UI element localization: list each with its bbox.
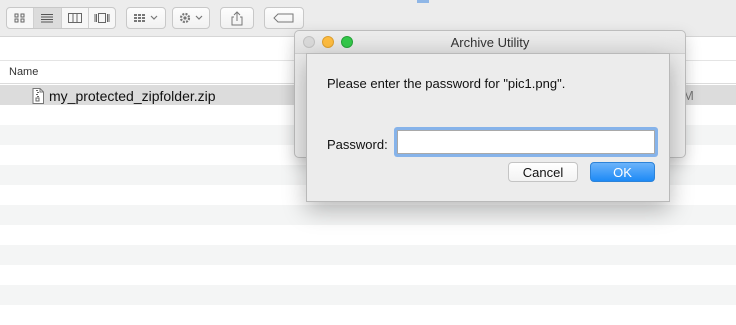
arrange-menu-button[interactable] [126,7,166,29]
file-name-label[interactable]: my_protected_zipfolder.zip [49,88,216,104]
tags-button[interactable] [264,7,304,29]
icon-view-icon [14,13,25,23]
cancel-button[interactable]: Cancel [508,162,578,182]
password-field[interactable] [397,130,655,154]
view-mode-segmented-control [6,7,116,29]
list-view-icon [41,14,54,23]
icon-view-button[interactable] [7,8,35,28]
window-title: Archive Utility [450,35,530,50]
zip-file-icon [32,88,44,104]
table-row [0,205,736,225]
list-view-button[interactable] [34,8,62,28]
share-button[interactable] [220,7,254,29]
ok-button[interactable]: OK [590,162,655,182]
password-label: Password: [327,137,388,152]
active-indicator [417,0,429,3]
table-row [0,285,736,305]
password-prompt-text: Please enter the password for "pic1.png"… [327,76,566,91]
password-dialog: Please enter the password for "pic1.png"… [306,53,670,202]
cover-flow-view-button[interactable] [89,8,115,28]
table-row [0,305,736,325]
column-view-icon [67,13,82,23]
table-row [0,265,736,285]
action-menu-button[interactable] [172,7,210,29]
gear-icon [179,12,203,24]
name-column-header[interactable]: Name [9,66,38,78]
cover-flow-icon [94,13,110,23]
arrange-grid-icon [134,14,158,22]
tag-icon [273,13,294,23]
share-icon [231,10,243,25]
window-titlebar: Archive Utility [295,31,685,54]
table-row [0,245,736,265]
column-view-button[interactable] [62,8,89,28]
table-row [0,225,736,245]
